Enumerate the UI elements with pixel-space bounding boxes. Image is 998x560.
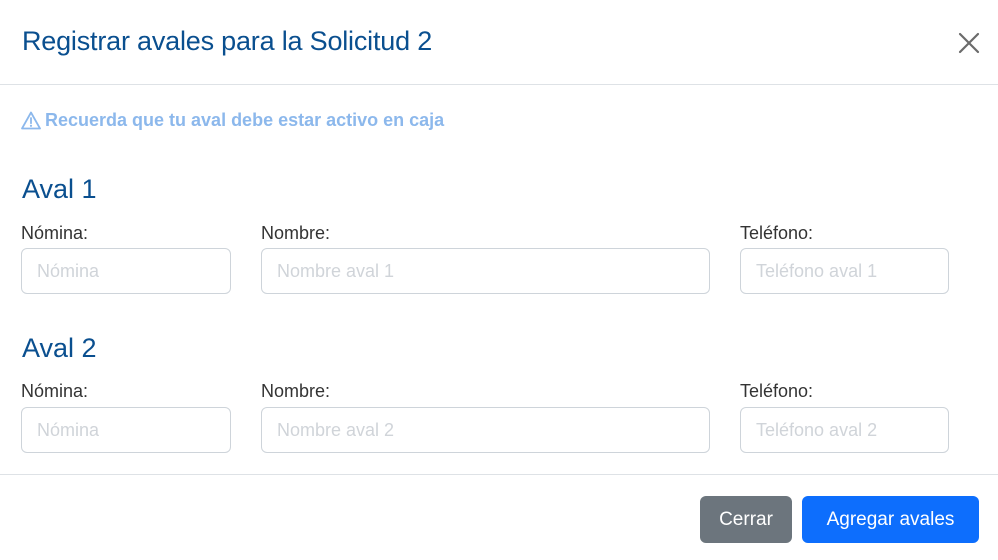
aval-2-nomina-input[interactable] (21, 407, 231, 453)
modal-title: Registrar avales para la Solicitud 2 (22, 26, 433, 56)
aval-2-title: Aval 2 (22, 333, 97, 363)
warning-triangle-icon (21, 111, 41, 129)
aval-2-nombre-label: Nombre: (261, 381, 331, 401)
close-icon (958, 32, 980, 54)
aval-2-telefono-input[interactable] (740, 407, 949, 453)
aval-1-nomina-label: Nómina: (21, 223, 89, 243)
close-button[interactable] (954, 28, 984, 58)
warning-text: Recuerda que tu aval debe estar activo e… (45, 109, 445, 130)
aval-1-nomina-input[interactable] (21, 248, 231, 294)
modal-header: Registrar avales para la Solicitud 2 (0, 0, 998, 85)
register-avales-modal: Registrar avales para la Solicitud 2 Rec… (0, 0, 998, 560)
aval-1-telefono-input[interactable] (740, 248, 949, 294)
add-avales-button[interactable]: Agregar avales (802, 496, 979, 543)
aval-2-nomina-label: Nómina: (21, 381, 89, 401)
modal-footer: Cerrar Agregar avales (0, 474, 998, 560)
aval-1-title: Aval 1 (22, 174, 97, 204)
close-modal-button[interactable]: Cerrar (700, 496, 792, 543)
aval-1-nombre-label: Nombre: (261, 223, 331, 243)
warning-message: Recuerda que tu aval debe estar activo e… (21, 109, 444, 131)
aval-1-nombre-input[interactable] (261, 248, 710, 294)
aval-2-telefono-label: Teléfono: (740, 381, 814, 401)
aval-1-telefono-label: Teléfono: (740, 223, 814, 243)
aval-2-nombre-input[interactable] (261, 407, 710, 453)
